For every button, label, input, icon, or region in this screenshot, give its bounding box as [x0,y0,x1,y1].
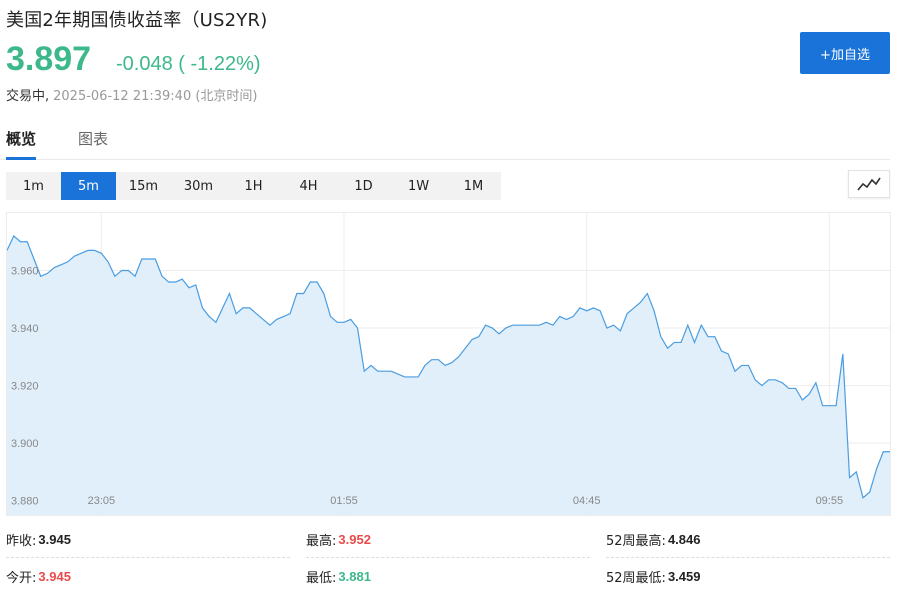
period-1h[interactable]: 1H [226,172,281,200]
timestamp: 2025-06-12 21:39:40 (北京时间) [53,89,258,104]
period-15m[interactable]: 15m [116,172,171,200]
x-tick-label: 09:55 [816,495,844,507]
period-1mo[interactable]: 1M [446,172,501,200]
period-1d[interactable]: 1D [336,172,391,200]
page-title: 美国2年期国债收益率（US2YR) [6,10,268,31]
stat-label: 52周最高: [606,534,666,549]
stat-prev-close: 昨收: 3.945 [6,522,290,558]
period-4h[interactable]: 4H [281,172,336,200]
line-chart-icon [857,177,881,191]
period-30m[interactable]: 30m [171,172,226,200]
stat-label: 今开: [6,570,37,586]
stat-value: 3.952 [338,532,371,547]
tab-overview[interactable]: 概览 [6,128,37,160]
x-tick-label: 04:45 [573,495,601,507]
stat-high: 最高: 3.952 [306,522,590,558]
series-area [7,236,890,515]
stat-label: 最低: [306,570,337,586]
status-text: 交易中, [6,89,50,104]
price-change: -0.048 ( -1.22%) [116,53,261,75]
current-price: 3.897 [6,40,92,78]
stat-value: 4.846 [667,532,701,547]
period-5m[interactable]: 5m [61,172,116,200]
stat-52w-low: 52周最低: 3.459 [606,558,890,594]
price-chart[interactable]: 3.880 3.900 3.920 3.940 3.960 23:05 01:55 04:45… [6,212,891,516]
stat-value: 3.945 [38,532,71,547]
tab-chart[interactable]: 图表 [78,128,108,160]
stat-open: 今开: 3.945 [6,558,290,594]
stat-label: 昨收: [6,534,37,549]
y-tick-label: 3.940 [11,323,39,335]
y-tick-label: 3.880 [11,496,39,508]
period-selector: 1m 5m 15m 30m 1H 4H 1D 1W 1M [6,172,501,200]
trade-status: 交易中, 2025-06-12 21:39:40 (北京时间) [6,85,258,104]
stat-value: 3.881 [338,568,371,584]
x-tick-label: 01:55 [330,495,358,507]
stat-label: 最高: [306,534,337,549]
chart-type-button[interactable] [848,170,890,198]
stat-value: 3.945 [38,568,71,584]
y-tick-label: 3.960 [11,266,39,278]
stat-value: 3.459 [667,568,701,584]
add-to-watchlist-button[interactable]: +加自选 [800,32,890,74]
price-chart-svg: 3.880 3.900 3.920 3.940 3.960 23:05 01:55 04:45… [7,213,890,515]
period-1m[interactable]: 1m [6,172,61,200]
stat-label: 52周最低: [606,570,666,586]
x-tick-label: 23:05 [88,495,116,507]
stat-52w-high: 52周最高: 4.846 [606,522,890,558]
tab-bar: 概览 图表 [0,122,890,160]
period-1w[interactable]: 1W [391,172,446,200]
y-tick-label: 3.900 [11,438,39,450]
stat-low: 最低: 3.881 [306,558,590,594]
y-tick-label: 3.920 [11,381,39,393]
